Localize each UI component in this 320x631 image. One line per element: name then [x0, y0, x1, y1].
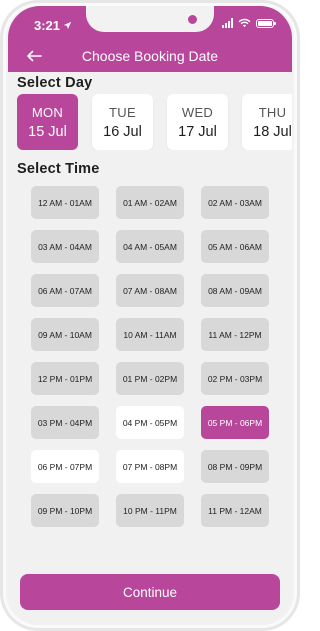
time-slot[interactable]: 09 PM - 10PM [31, 494, 99, 527]
camera-icon [188, 15, 197, 24]
time-slot[interactable]: 12 PM - 01PM [31, 362, 99, 395]
day-card-wed[interactable]: WED 17 Jul [167, 94, 228, 150]
time-slot[interactable]: 08 PM - 09PM [201, 450, 269, 483]
wifi-icon [238, 18, 251, 28]
time-slot[interactable]: 10 AM - 11AM [116, 318, 184, 351]
time-slot[interactable]: 07 PM - 08PM [116, 450, 184, 483]
day-card-mon[interactable]: MON 15 Jul [17, 94, 78, 150]
time-slot-grid: 12 AM - 01AM 01 AM - 02AM 02 AM - 03AM 0… [31, 186, 271, 527]
time-slot[interactable]: 04 PM - 05PM [116, 406, 184, 439]
time-slot[interactable]: 03 PM - 04PM [31, 406, 99, 439]
continue-button[interactable]: Continue [20, 574, 280, 610]
phone-frame: 3:21 Choose Booking Date Select Day MON … [0, 0, 300, 631]
day-selector: MON 15 Jul TUE 16 Jul WED 17 Jul THU 18 … [17, 94, 292, 150]
time-slot[interactable]: 11 PM - 12AM [201, 494, 269, 527]
time-slot[interactable]: 09 AM - 10AM [31, 318, 99, 351]
time-slot[interactable]: 12 AM - 01AM [31, 186, 99, 219]
app-bar: Choose Booking Date [8, 42, 292, 70]
time-slot[interactable]: 03 AM - 04AM [31, 230, 99, 263]
select-day-heading: Select Day [17, 75, 93, 91]
day-date: 18 Jul [253, 123, 292, 140]
time-slot[interactable]: 11 AM - 12PM [201, 318, 269, 351]
time-slot[interactable]: 01 PM - 02PM [116, 362, 184, 395]
status-time-text: 3:21 [34, 18, 61, 33]
time-slot[interactable]: 06 AM - 07AM [31, 274, 99, 307]
time-slot[interactable]: 07 AM - 08AM [116, 274, 184, 307]
select-time-heading: Select Time [17, 161, 100, 177]
day-card-tue[interactable]: TUE 16 Jul [92, 94, 153, 150]
status-bar-icons [222, 18, 276, 28]
top-bar: 3:21 Choose Booking Date [8, 6, 292, 72]
time-slot[interactable]: 10 PM - 11PM [116, 494, 184, 527]
time-slot[interactable]: 01 AM - 02AM [116, 186, 184, 219]
status-bar-time: 3:21 [34, 18, 72, 33]
day-date: 15 Jul [28, 123, 67, 140]
cellular-signal-icon [222, 18, 233, 28]
day-of-week: TUE [109, 104, 136, 120]
battery-icon [256, 18, 276, 28]
day-date: 16 Jul [103, 123, 142, 140]
time-slot[interactable]: 05 AM - 06AM [201, 230, 269, 263]
time-slot[interactable]: 02 AM - 03AM [201, 186, 269, 219]
navigation-arrow-icon [63, 21, 72, 30]
day-card-thu[interactable]: THU 18 Jul [242, 94, 292, 150]
time-slot[interactable]: 02 PM - 03PM [201, 362, 269, 395]
day-of-week: WED [181, 104, 214, 120]
time-slot[interactable]: 06 PM - 07PM [31, 450, 99, 483]
day-of-week: MON [31, 104, 64, 120]
back-button[interactable] [22, 44, 46, 68]
day-date: 17 Jul [178, 123, 217, 140]
arrow-left-icon [27, 50, 42, 62]
time-slot-selected[interactable]: 05 PM - 06PM [201, 406, 269, 439]
page-title: Choose Booking Date [81, 48, 219, 64]
time-slot[interactable]: 08 AM - 09AM [201, 274, 269, 307]
day-of-week: THU [258, 104, 287, 120]
app-screen: 3:21 Choose Booking Date Select Day MON … [8, 6, 292, 625]
time-slot[interactable]: 04 AM - 05AM [116, 230, 184, 263]
